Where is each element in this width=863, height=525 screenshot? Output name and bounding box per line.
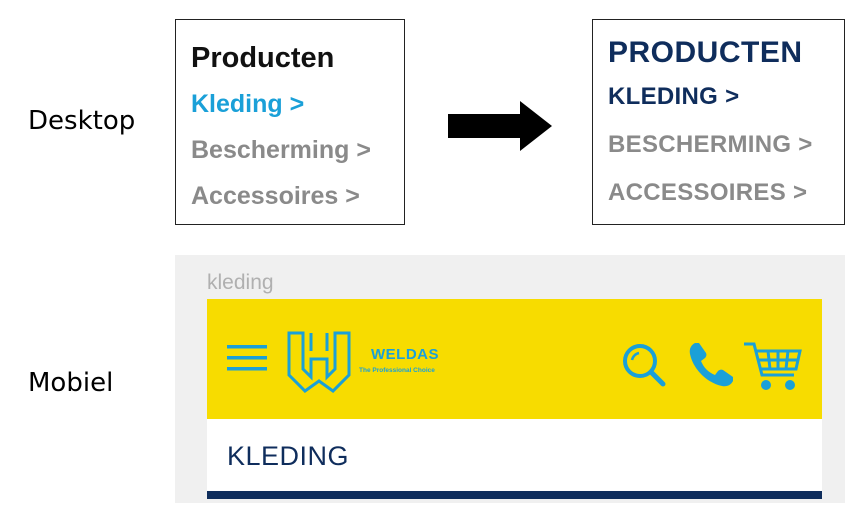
section-bar: KLEDING: [207, 419, 822, 491]
desktop-menu-after: PRODUCTEN KLEDING > BESCHERMING > ACCESS…: [592, 19, 845, 225]
menu-title: PRODUCTEN: [608, 36, 803, 69]
mobile-screenshot: kleding WELDAS The Professional Choice K…: [175, 255, 845, 503]
menu-item-accessoires[interactable]: ACCESSOIRES >: [608, 179, 844, 207]
logo-name: WELDAS: [371, 346, 439, 363]
search-icon[interactable]: [620, 341, 668, 389]
menu-item-kleding[interactable]: Kleding >: [191, 90, 404, 118]
menu-item-bescherming[interactable]: Bescherming >: [191, 136, 404, 164]
logo-tagline: The Professional Choice: [359, 367, 435, 374]
menu-item-bescherming[interactable]: BESCHERMING >: [608, 131, 844, 159]
mobile-header: WELDAS The Professional Choice: [207, 299, 822, 419]
hamburger-icon[interactable]: [227, 342, 267, 374]
menu-title: Producten: [191, 42, 335, 74]
breadcrumb[interactable]: kleding: [207, 271, 274, 295]
desktop-label: Desktop: [28, 106, 136, 136]
weldas-logo-icon[interactable]: [285, 329, 353, 395]
navy-divider: [207, 491, 822, 499]
comparison-page: Desktop Mobiel Producten Kleding > Besch…: [0, 0, 863, 525]
menu-item-kleding[interactable]: KLEDING >: [608, 83, 844, 111]
section-title[interactable]: KLEDING: [227, 441, 349, 472]
menu-item-accessoires[interactable]: Accessoires >: [191, 182, 404, 210]
right-arrow-icon: [448, 101, 552, 151]
cart-icon[interactable]: [742, 339, 804, 395]
mobile-label: Mobiel: [28, 368, 114, 398]
phone-icon[interactable]: [685, 339, 737, 391]
desktop-menu-before: Producten Kleding > Bescherming > Access…: [175, 19, 405, 225]
